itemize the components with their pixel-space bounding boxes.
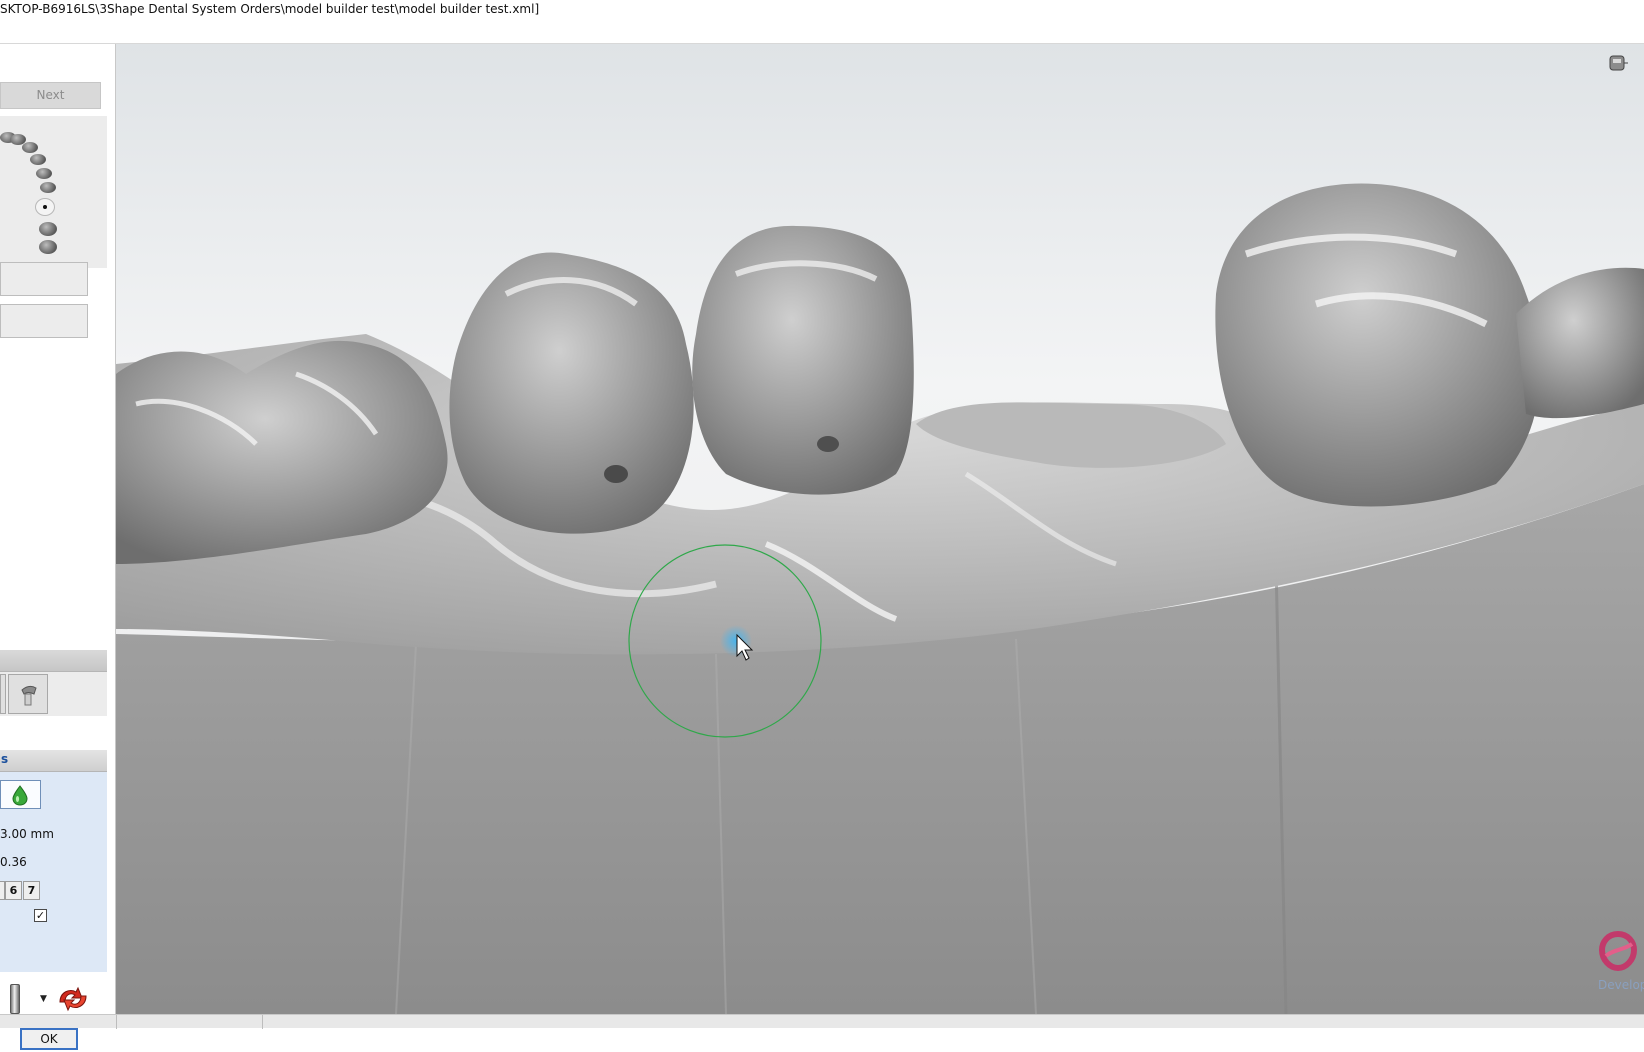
tooth-selection-map[interactable] [0, 116, 107, 268]
wax-settings-panel: 3.00 mm 0.36 6 7 ✓ [0, 772, 107, 972]
tools-section-header[interactable] [0, 650, 107, 672]
develop-logo: Develop [1598, 930, 1644, 1000]
add-wax-button[interactable] [0, 780, 41, 809]
status-bar [0, 1014, 1644, 1029]
probe-tool-icon[interactable] [10, 984, 20, 1014]
drop-icon [12, 785, 28, 806]
tooth-icon[interactable] [39, 222, 57, 236]
strength-value: 0.36 [0, 855, 27, 869]
wax-section-header[interactable]: s [0, 750, 107, 772]
brand-logo-icon [1598, 930, 1638, 972]
status-separator [116, 1015, 117, 1029]
preset-button-6[interactable]: 6 [5, 881, 22, 900]
tooth-icon[interactable] [22, 142, 38, 153]
option-field-2[interactable] [0, 304, 88, 338]
window-title: SKTOP-B6916LS\3Shape Dental System Order… [0, 2, 540, 16]
tool-row [0, 672, 107, 716]
wax-section-label: s [1, 752, 9, 766]
option-field-1[interactable] [0, 262, 88, 296]
tooth-icon[interactable] [36, 168, 52, 179]
preset-button-7[interactable]: 7 [23, 881, 40, 900]
camera-view-icon[interactable] [1606, 52, 1628, 74]
wax-knife-icon [21, 685, 37, 706]
chevron-down-icon[interactable]: ▼ [40, 994, 47, 1004]
option-checkbox[interactable]: ✓ [34, 909, 47, 922]
selected-tooth-icon[interactable] [35, 198, 55, 216]
undo-redo-icon[interactable] [56, 984, 90, 1018]
left-tool-panel: Next s 3.00 mm 0.36 6 7 ✓ ▼ OK [0, 44, 116, 1052]
tooth-icon[interactable] [30, 154, 46, 165]
title-bar: SKTOP-B6916LS\3Shape Dental System Order… [0, 0, 1644, 44]
bottom-tools: ▼ OK [0, 972, 107, 1052]
status-separator [262, 1015, 263, 1029]
wax-knife-button[interactable] [8, 674, 48, 714]
tool-button-partial[interactable] [0, 674, 6, 714]
tooth-icon[interactable] [40, 182, 56, 193]
3d-viewport[interactable]: Develop [116, 44, 1644, 1014]
logo-text: Develop [1598, 978, 1644, 992]
next-button[interactable]: Next [0, 82, 101, 109]
tooth-icon[interactable] [39, 240, 57, 254]
diameter-value: 3.00 mm [0, 827, 54, 841]
dental-model-render[interactable] [116, 44, 1644, 1014]
cursor-highlight [720, 625, 752, 657]
ok-button[interactable]: OK [20, 1028, 78, 1050]
